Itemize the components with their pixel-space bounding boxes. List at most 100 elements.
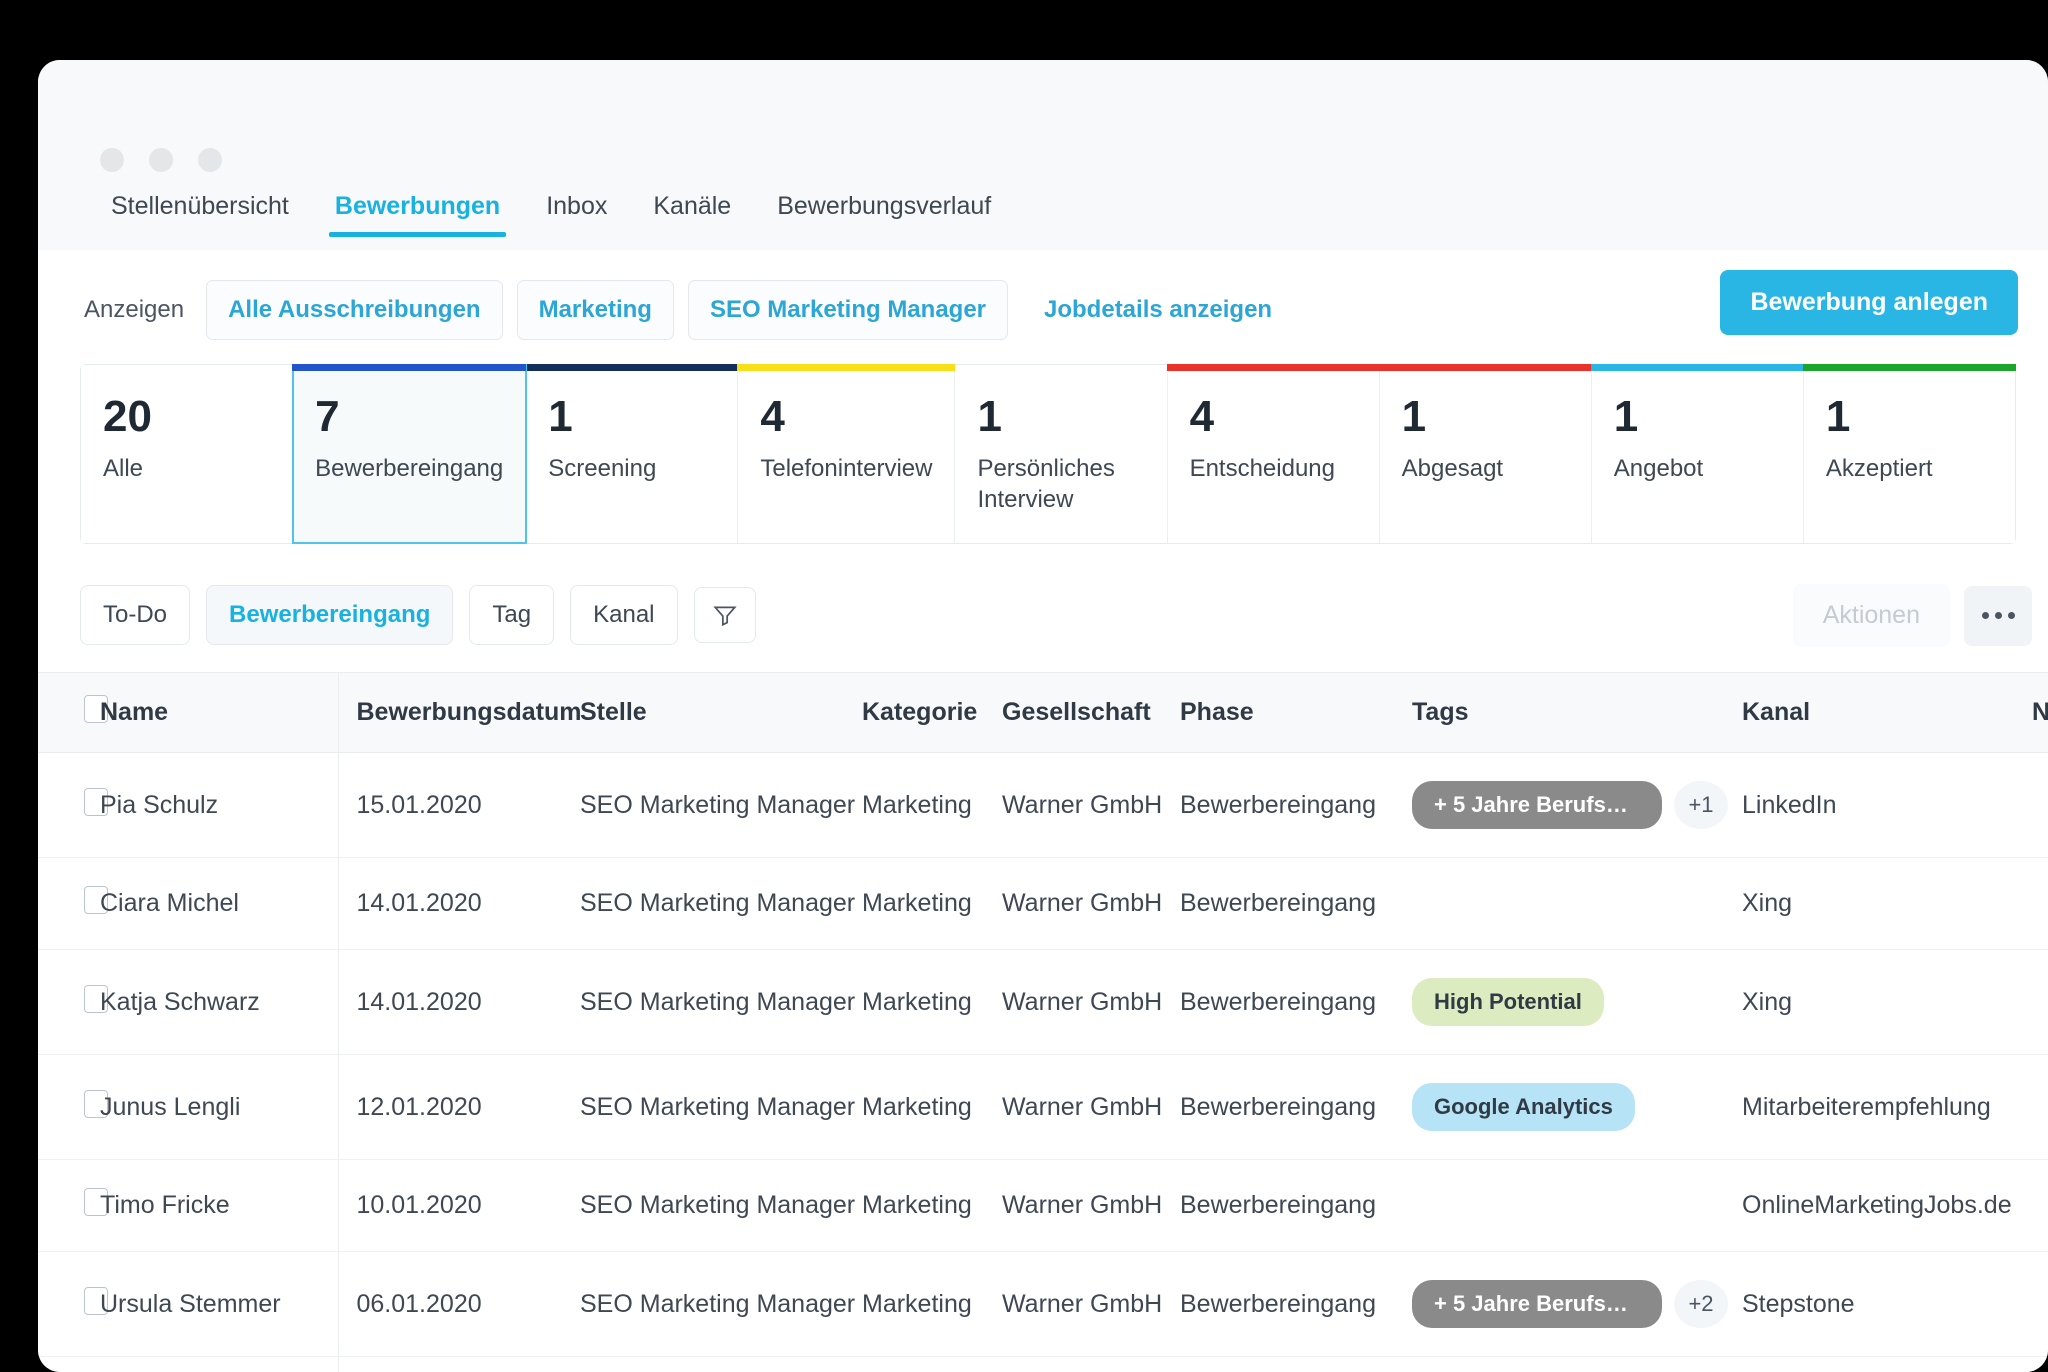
tag-overflow-badge[interactable]: +1 (1674, 781, 1728, 829)
stat-count: 1 (977, 395, 1144, 439)
stat-label: Akzeptiert (1826, 453, 1993, 484)
cell-tags: + 5 Jahre Berufser...+2 (1412, 1252, 1742, 1357)
stat-count: 4 (1190, 395, 1357, 439)
table-row[interactable]: Ursula Stemmer06.01.2020SEO Marketing Ma… (38, 1252, 2048, 1357)
cell-kanal: OnlineMarketingJobs.de (1742, 1160, 2032, 1252)
cell-truncated (2032, 950, 2048, 1055)
row-select-cell (38, 753, 100, 858)
stat-card-bewerbereingang[interactable]: 7 Bewerbereingang (293, 365, 526, 543)
applications-table-container: Name Bewerbungsdatum Stelle Kategorie Ge… (38, 672, 2048, 1372)
row-select-cell (38, 1357, 100, 1372)
cell-kanal: LinkedIn (1742, 753, 2032, 858)
stat-card-akzeptiert[interactable]: 1 Akzeptiert (1804, 365, 2015, 543)
tag-badge[interactable]: High Potential (1412, 978, 1604, 1026)
chip-alle-ausschreibungen[interactable]: Alle Ausschreibungen (206, 280, 503, 340)
stat-count: 7 (315, 395, 503, 439)
stat-label: Abgesagt (1402, 453, 1569, 484)
column-header-stelle[interactable]: Stelle (580, 673, 862, 753)
cell-stelle: SEO Marketing Manager (580, 1160, 862, 1252)
row-select-cell (38, 1055, 100, 1160)
toolbar-button-tag[interactable]: Tag (469, 585, 554, 645)
stat-card-abgesagt[interactable]: 1 Abgesagt (1380, 365, 1592, 543)
job-filter-bar: Anzeigen Alle Ausschreibungen Marketing … (38, 250, 2048, 342)
toolbar-button-kanal[interactable]: Kanal (570, 585, 677, 645)
stat-card-telefoninterview[interactable]: 4 Telefoninterview (738, 365, 955, 543)
stat-label: Angebot (1614, 453, 1781, 484)
select-all-header (38, 673, 100, 753)
stat-count: 1 (1614, 395, 1781, 439)
cell-gesellschaft: Warner GmbH (1002, 950, 1180, 1055)
column-header-bewerbungsdatum[interactable]: Bewerbungsdatum (338, 673, 580, 753)
tag-overflow-badge[interactable]: +2 (1674, 1280, 1728, 1328)
aktionen-button[interactable]: Aktionen (1793, 584, 1950, 647)
main-nav-tabs: Stellenübersicht Bewerbungen Inbox Kanäl… (38, 178, 2048, 250)
jobdetails-anzeigen-link[interactable]: Jobdetails anzeigen (1044, 296, 1272, 324)
cell-tags (1412, 858, 1742, 950)
stat-color-bar (1379, 364, 1592, 371)
cell-name: Monica Hinteregger (100, 1357, 338, 1372)
column-header-phase[interactable]: Phase (1180, 673, 1412, 753)
table-row[interactable]: Junus Lengli12.01.2020SEO Marketing Mana… (38, 1055, 2048, 1160)
cell-truncated (2032, 858, 2048, 950)
stat-color-bar (737, 364, 955, 371)
table-row[interactable]: Katja Schwarz14.01.2020SEO Marketing Man… (38, 950, 2048, 1055)
column-header-truncated[interactable]: Na (2032, 673, 2048, 753)
cell-stelle: SEO Marketing Manager (580, 858, 862, 950)
table-row[interactable]: Monica Hinteregger25.03.2019SEO Marketin… (38, 1357, 2048, 1372)
cell-tags (1412, 1160, 1742, 1252)
stat-color-bar (1167, 364, 1380, 371)
cell-name: Ursula Stemmer (100, 1252, 338, 1357)
traffic-light-buttons (100, 148, 222, 172)
toolbar-button-todo[interactable]: To-Do (80, 585, 190, 645)
cell-tags: High Potential (1412, 950, 1742, 1055)
column-header-kanal[interactable]: Kanal (1742, 673, 2032, 753)
cell-truncated (2032, 1160, 2048, 1252)
tab-inbox[interactable]: Inbox (523, 178, 630, 245)
zoom-button-icon[interactable] (198, 148, 222, 172)
column-header-kategorie[interactable]: Kategorie (862, 673, 1002, 753)
cell-bewerbungsdatum: 12.01.2020 (338, 1055, 580, 1160)
tag-badge[interactable]: Google Analytics (1412, 1083, 1635, 1131)
cell-truncated (2032, 1055, 2048, 1160)
tag-badge[interactable]: + 5 Jahre Berufser... (1412, 1280, 1662, 1328)
column-header-name[interactable]: Name (100, 673, 338, 753)
stat-card-angebot[interactable]: 1 Angebot (1592, 365, 1804, 543)
cell-phase: Bewerbereingang (1180, 1357, 1412, 1372)
tab-bewerbungsverlauf[interactable]: Bewerbungsverlauf (754, 178, 1014, 245)
toolbar-button-bewerbereingang[interactable]: Bewerbereingang (206, 585, 453, 645)
funnel-icon[interactable] (694, 587, 756, 643)
tab-stellenuebersicht[interactable]: Stellenübersicht (88, 178, 312, 245)
close-button-icon[interactable] (100, 148, 124, 172)
tab-kanaele[interactable]: Kanäle (630, 178, 754, 245)
stat-card-entscheidung[interactable]: 4 Entscheidung (1168, 365, 1380, 543)
app-window: Stellenübersicht Bewerbungen Inbox Kanäl… (38, 60, 2048, 1372)
ellipsis-icon[interactable] (1964, 586, 2032, 646)
stat-card-alle[interactable]: 20 Alle (81, 365, 293, 543)
cell-name: Katja Schwarz (100, 950, 338, 1055)
column-header-gesellschaft[interactable]: Gesellschaft (1002, 673, 1180, 753)
cell-bewerbungsdatum: 10.01.2020 (338, 1160, 580, 1252)
stat-card-persoenliches-interview[interactable]: 1 Persönliches Interview (955, 365, 1167, 543)
cell-bewerbungsdatum: 25.03.2019 (338, 1357, 580, 1372)
cell-phase: Bewerbereingang (1180, 858, 1412, 950)
table-row[interactable]: Timo Fricke10.01.2020SEO Marketing Manag… (38, 1160, 2048, 1252)
list-toolbar: To-Do Bewerbereingang Tag Kanal Aktionen (80, 578, 2048, 652)
cell-bewerbungsdatum: 06.01.2020 (338, 1252, 580, 1357)
cell-stelle: SEO Marketing Manager (580, 753, 862, 858)
chip-marketing[interactable]: Marketing (517, 280, 674, 340)
main-content: Anzeigen Alle Ausschreibungen Marketing … (38, 250, 2048, 1372)
minimize-button-icon[interactable] (149, 148, 173, 172)
chip-seo-marketing-manager[interactable]: SEO Marketing Manager (688, 280, 1008, 340)
cell-phase: Bewerbereingang (1180, 753, 1412, 858)
tag-badge[interactable]: + 5 Jahre Berufser... (1412, 781, 1662, 829)
bewerbung-anlegen-button[interactable]: Bewerbung anlegen (1720, 270, 2018, 335)
cell-gesellschaft: Warner GmbH (1002, 1252, 1180, 1357)
cell-truncated (2032, 753, 2048, 858)
cell-kategorie: Marketing (862, 1160, 1002, 1252)
stat-card-screening[interactable]: 1 Screening (526, 365, 738, 543)
table-row[interactable]: Pia Schulz15.01.2020SEO Marketing Manage… (38, 753, 2048, 858)
cell-kanal: Mitarbeiterempfehlung (1742, 1055, 2032, 1160)
table-row[interactable]: Ciara Michel14.01.2020SEO Marketing Mana… (38, 858, 2048, 950)
column-header-tags[interactable]: Tags (1412, 673, 1742, 753)
tab-bewerbungen[interactable]: Bewerbungen (312, 178, 523, 245)
